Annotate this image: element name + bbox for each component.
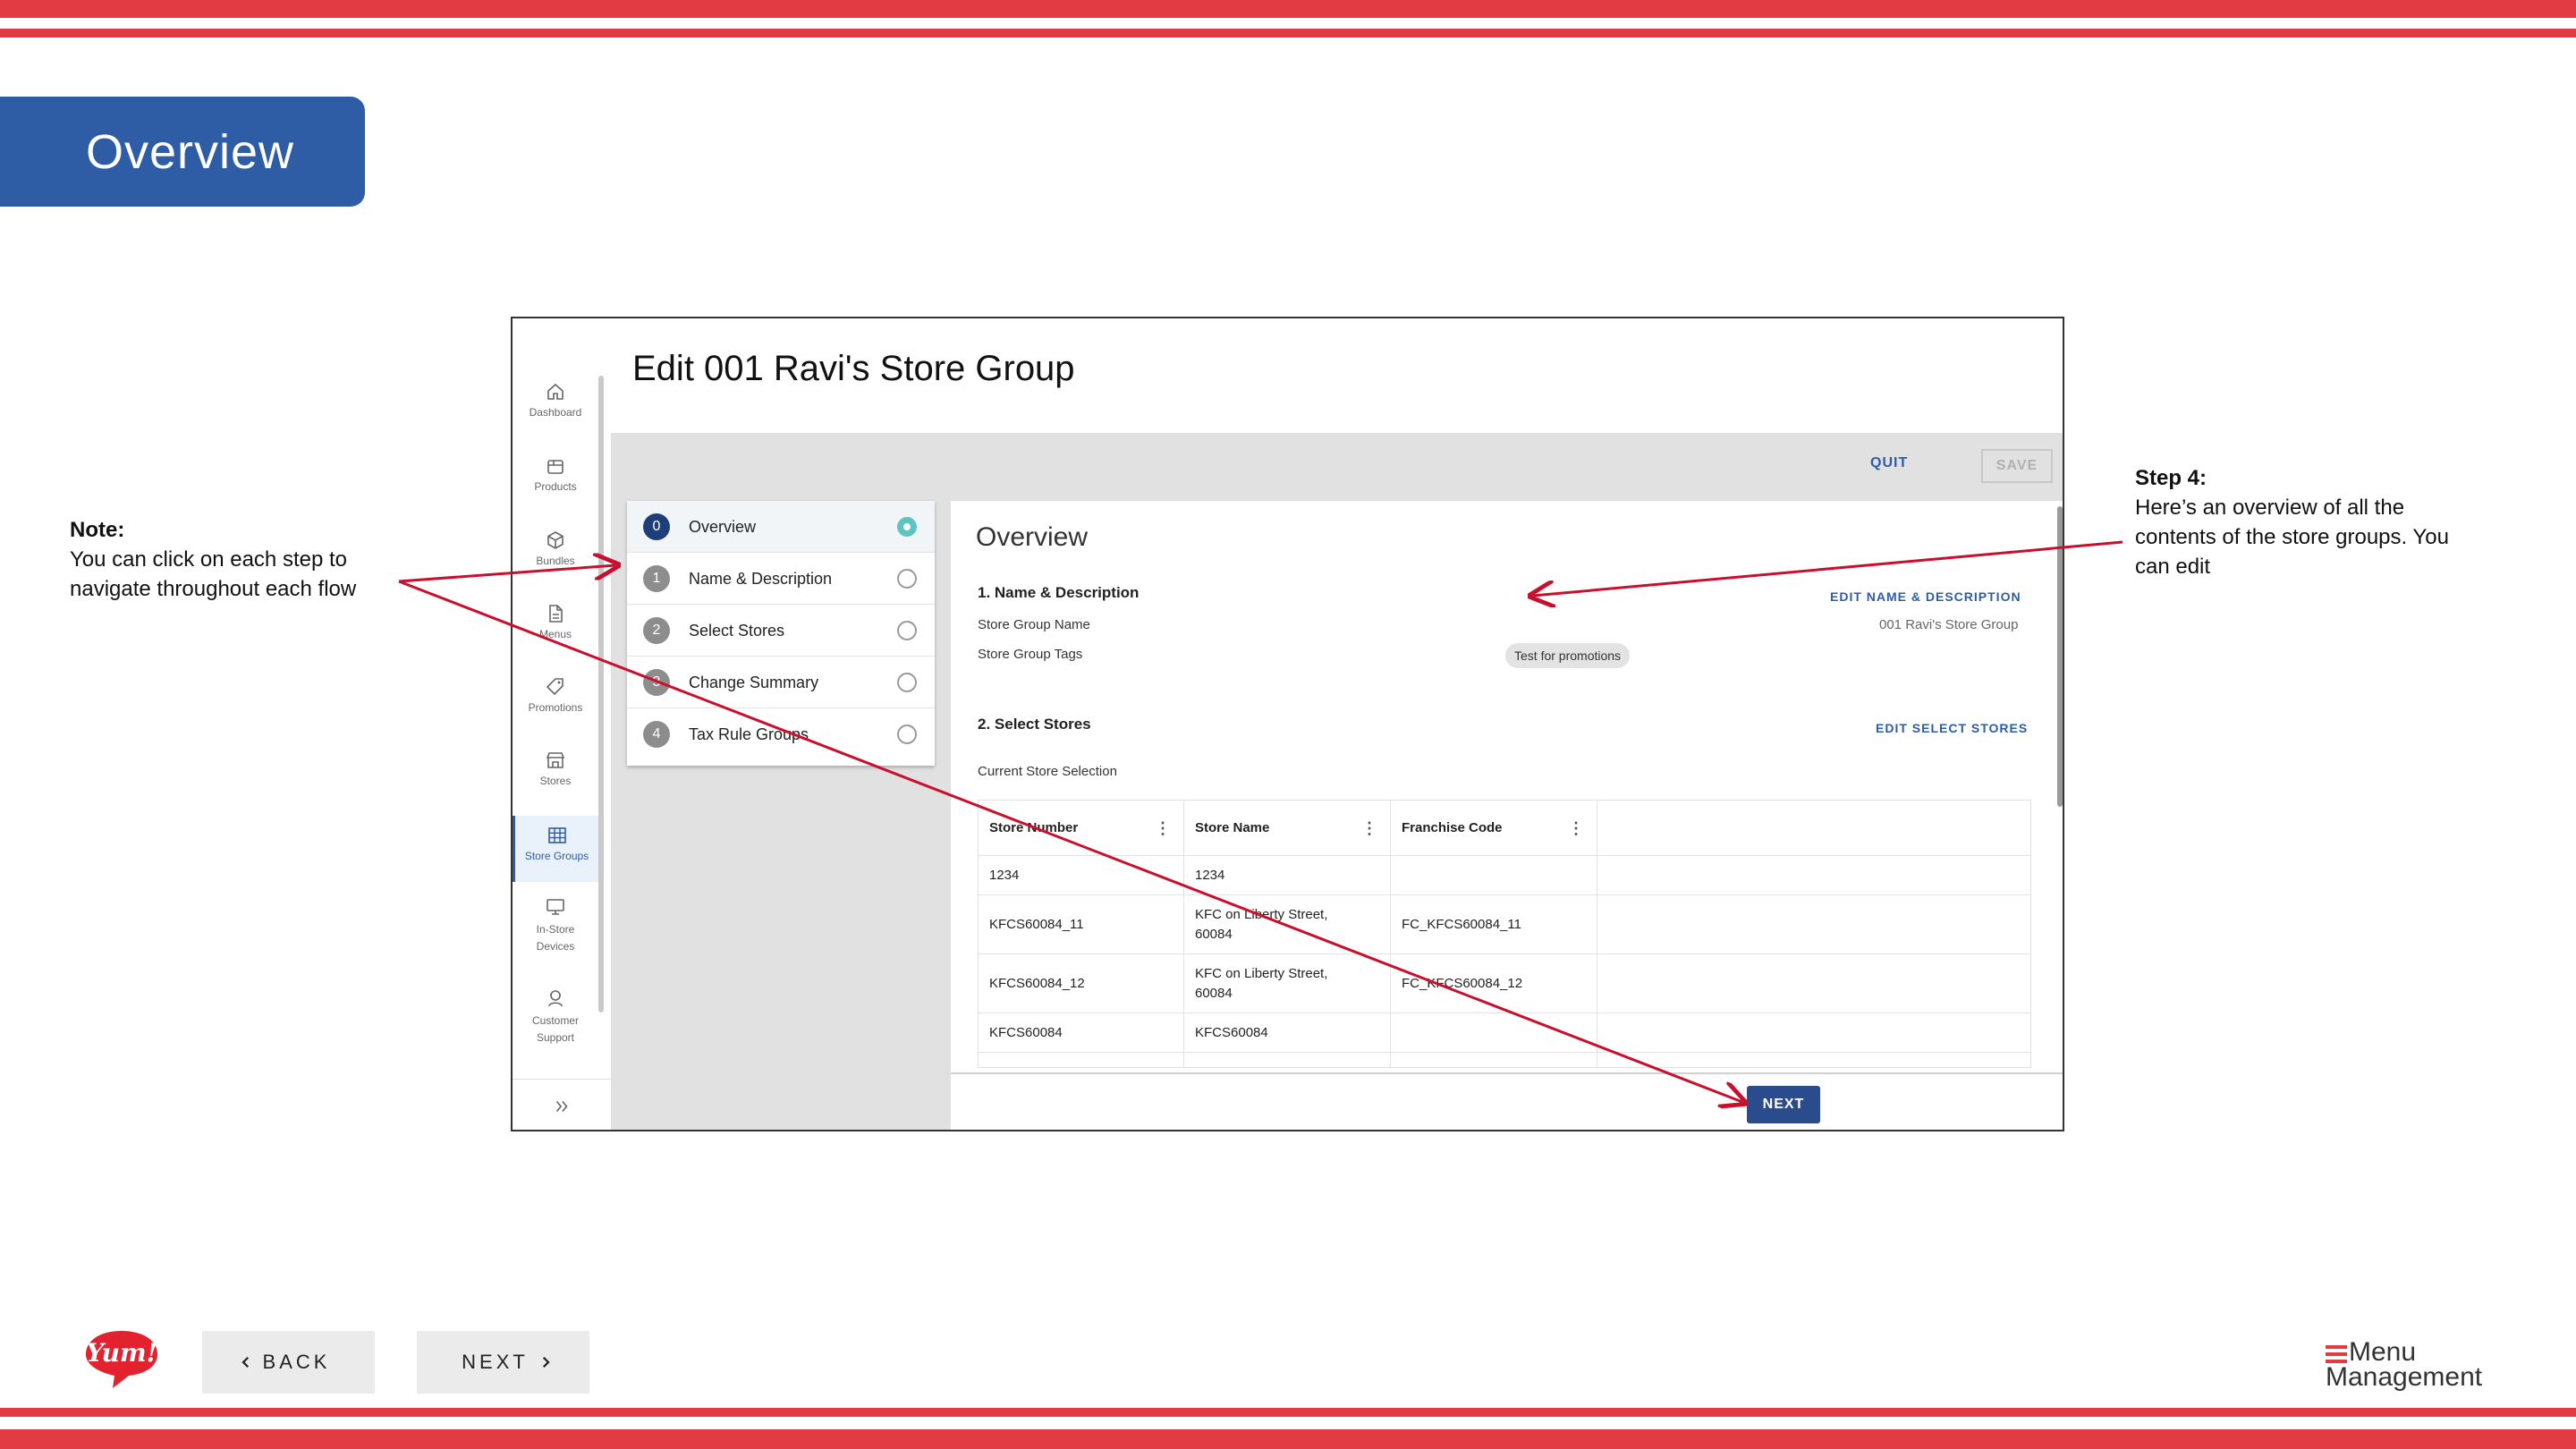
arrow-to-next-button (398, 580, 1742, 1102)
back-button[interactable]: BACK (202, 1331, 375, 1394)
back-button-label: BACK (262, 1351, 331, 1373)
next-button[interactable]: NEXT (417, 1331, 589, 1394)
annotation-arrows (398, 540, 2123, 1449)
yum-logo: Yum! (82, 1327, 161, 1396)
menu-logo-line1: Menu (2349, 1337, 2417, 1367)
menu-logo-line2: Management (2326, 1362, 2483, 1392)
next-button-label: NEXT (462, 1351, 529, 1373)
arrow-to-stepper (398, 565, 615, 583)
chevron-right-icon (542, 1356, 550, 1368)
menu-lines-icon (2326, 1345, 2347, 1367)
yum-logo-text: Yum! (86, 1338, 157, 1368)
arrow-to-overview (1533, 540, 2123, 596)
chevron-left-icon (241, 1356, 249, 1368)
menu-management-logo: Menu Management (2326, 1337, 2483, 1392)
